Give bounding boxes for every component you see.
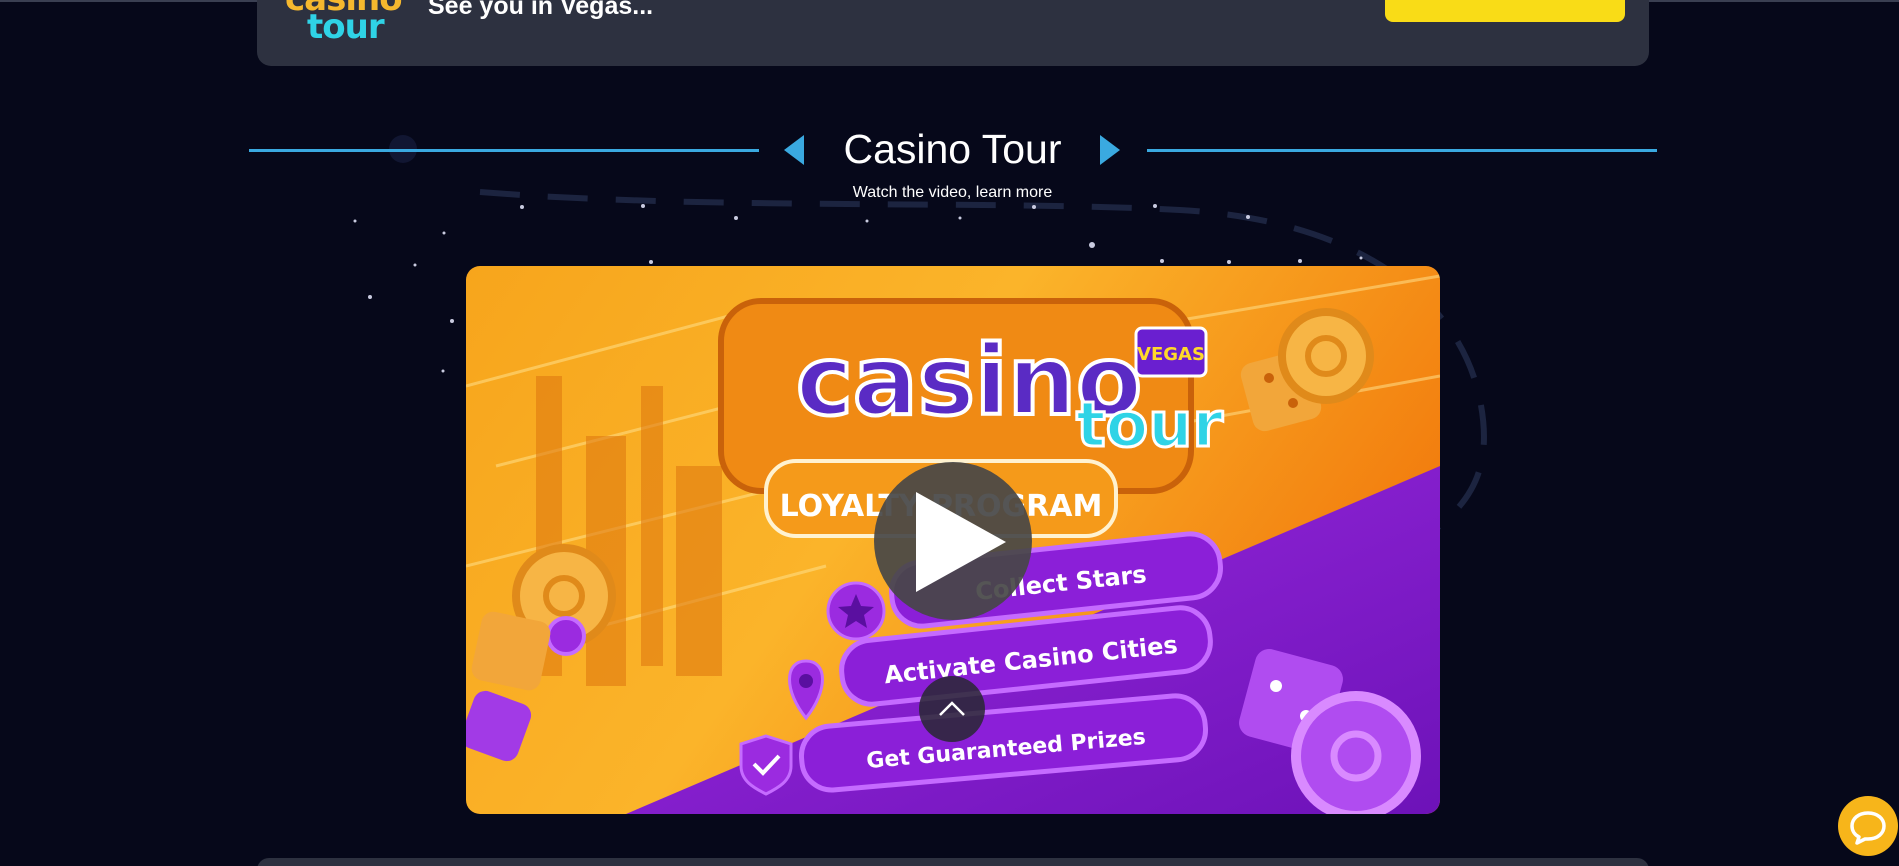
promo-banner: casino tour See you in Vegas... Join Now <box>257 0 1649 66</box>
next-slide-button[interactable] <box>1096 133 1124 167</box>
chevron-right-icon <box>1100 135 1120 165</box>
poster-vegas-badge: VEGAS <box>1137 344 1205 365</box>
chevron-up-icon <box>939 701 965 716</box>
casino-tour-logo[interactable]: casino tour <box>281 0 421 50</box>
heading-divider-left <box>249 149 759 152</box>
section-subtitle: Watch the video, learn more <box>852 184 1053 201</box>
play-icon <box>916 492 1006 592</box>
section-title: Casino Tour <box>843 126 1062 172</box>
live-chat-button[interactable] <box>1838 796 1898 856</box>
heading-divider-right <box>1147 149 1657 152</box>
scroll-to-top-button[interactable] <box>919 676 985 742</box>
play-button[interactable] <box>874 462 1032 620</box>
page: casino tour See you in Vegas... Join Now… <box>0 0 1899 866</box>
logo-text-tour: tour <box>307 7 385 47</box>
banner-tagline: See you in Vegas... <box>428 0 654 20</box>
join-now-button[interactable]: Join Now <box>1385 0 1625 22</box>
chat-bubble-icon <box>1850 811 1886 845</box>
next-section-card <box>257 858 1649 866</box>
poster-logo-tour: tour <box>1076 388 1223 461</box>
